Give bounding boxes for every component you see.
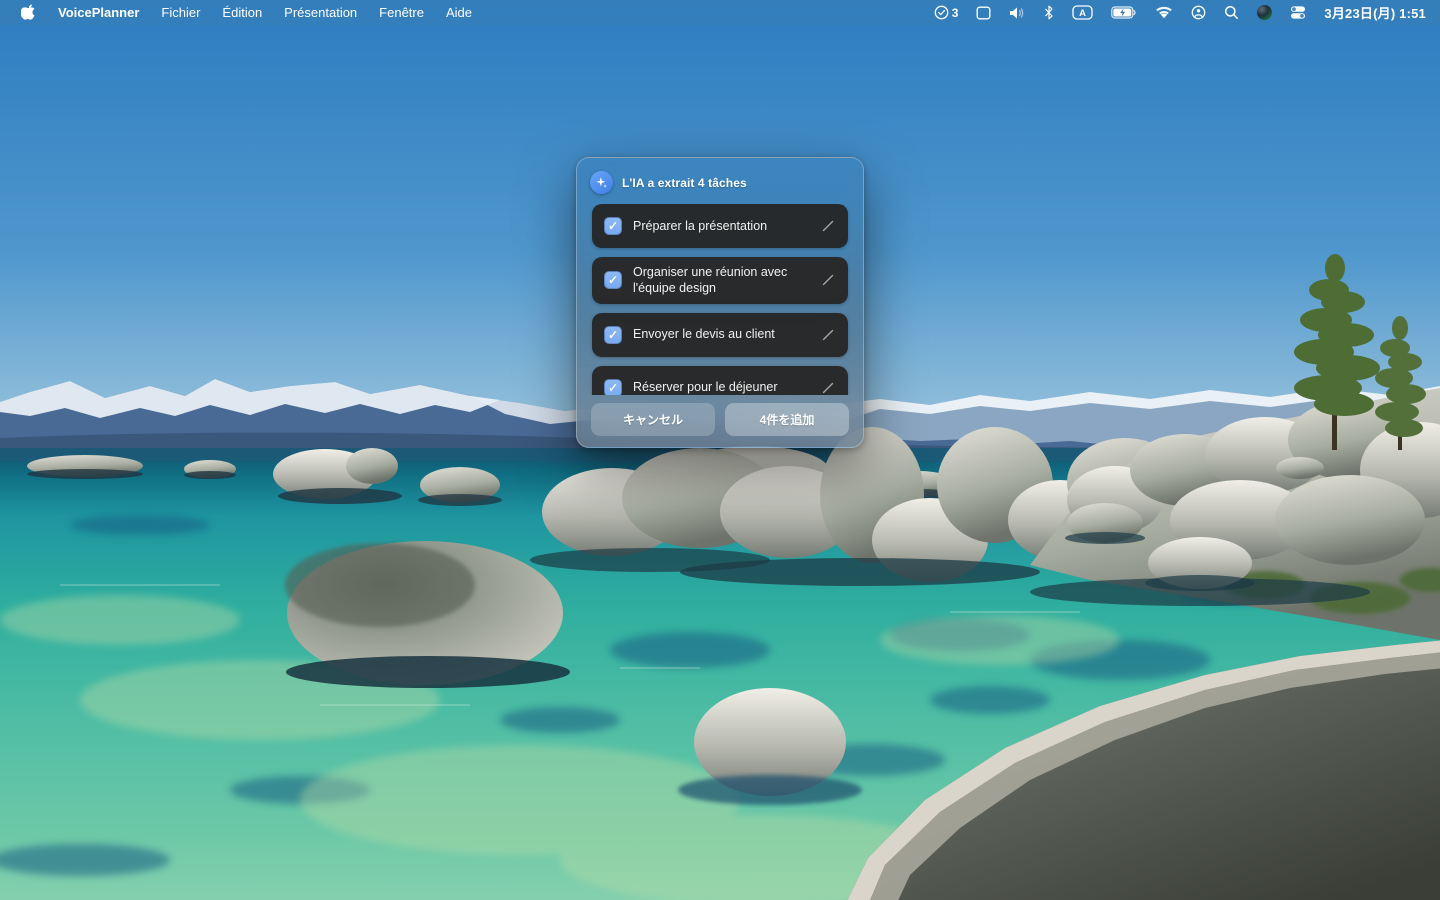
menu-fenetre[interactable]: Fenêtre (368, 0, 435, 25)
apple-logo-icon (21, 4, 36, 21)
dialog-header: L'IA a extrait 4 tâches (577, 158, 863, 204)
volume-status-item[interactable] (1002, 0, 1033, 25)
add-tasks-button[interactable]: 4件を追加 (725, 403, 849, 436)
task-row: ✓ Envoyer le devis au client (592, 313, 848, 357)
battery-status-item[interactable] (1104, 0, 1144, 25)
task-status-item[interactable]: 3 (927, 0, 966, 25)
task-list: ✓ Préparer la présentation ✓ Organiser u… (577, 204, 863, 395)
ai-task-dialog: L'IA a extrait 4 tâches ✓ Préparer la pr… (576, 157, 864, 448)
menu-bar-status: 3 A (927, 0, 1440, 25)
input-source-item[interactable]: A (1065, 0, 1100, 25)
task-row: ✓ Préparer la présentation (592, 204, 848, 248)
check-circle-icon (934, 5, 949, 20)
task-checkbox[interactable]: ✓ (604, 326, 622, 344)
task-row: ✓ Réserver pour le déjeuner (592, 366, 848, 396)
input-source-a-icon: A (1072, 5, 1093, 20)
task-count-badge: 3 (952, 6, 959, 20)
dialog-title: L'IA a extrait 4 tâches (622, 176, 747, 190)
ai-sparkle-icon (590, 171, 613, 194)
menu-edition[interactable]: Édition (211, 0, 273, 25)
task-row: ✓ Organiser une réunion avec l'équipe de… (592, 257, 848, 304)
task-label: Préparer la présentation (633, 218, 767, 234)
menu-bar: VoicePlanner Fichier Édition Présentatio… (0, 0, 1440, 25)
menu-bar-left: VoicePlanner Fichier Édition Présentatio… (0, 0, 483, 25)
menu-bar-clock[interactable]: 3月23日(月) 1:51 (1317, 3, 1430, 22)
app-sphere-item[interactable] (1250, 0, 1279, 25)
task-label: Organiser une réunion avec l'équipe desi… (633, 264, 805, 297)
svg-text:A: A (1079, 8, 1086, 19)
dialog-footer: キャンセル 4件を追加 (577, 395, 863, 447)
control-center-item[interactable] (1283, 0, 1313, 25)
display-status-item[interactable] (969, 0, 998, 25)
edit-pencil-icon[interactable] (820, 380, 836, 396)
wifi-status-item[interactable] (1148, 0, 1180, 25)
app-sphere-icon (1257, 5, 1272, 20)
battery-charging-icon (1111, 6, 1137, 19)
desktop-wallpaper (0, 0, 1440, 900)
menu-app-name[interactable]: VoicePlanner (47, 0, 150, 25)
volume-icon (1009, 6, 1026, 20)
task-checkbox[interactable]: ✓ (604, 217, 622, 235)
edit-pencil-icon[interactable] (820, 218, 836, 234)
menu-aide[interactable]: Aide (435, 0, 483, 25)
search-icon (1224, 5, 1239, 20)
task-checkbox[interactable]: ✓ (604, 379, 622, 396)
edit-pencil-icon[interactable] (820, 327, 836, 343)
task-label: Réserver pour le déjeuner (633, 379, 778, 395)
control-center-icon (1290, 5, 1306, 20)
menu-fichier[interactable]: Fichier (150, 0, 211, 25)
task-label: Envoyer le devis au client (633, 326, 775, 342)
wifi-icon (1155, 6, 1173, 19)
user-status-item[interactable] (1184, 0, 1213, 25)
task-checkbox[interactable]: ✓ (604, 271, 622, 289)
apple-menu[interactable] (10, 0, 47, 25)
spotlight-item[interactable] (1217, 0, 1246, 25)
menu-presentation[interactable]: Présentation (273, 0, 368, 25)
bluetooth-icon (1044, 5, 1054, 20)
user-circle-icon (1191, 5, 1206, 20)
display-frame-icon (976, 6, 991, 20)
cancel-button[interactable]: キャンセル (591, 403, 715, 436)
desktop: VoicePlanner Fichier Édition Présentatio… (0, 0, 1440, 900)
edit-pencil-icon[interactable] (820, 272, 836, 288)
bluetooth-status-item[interactable] (1037, 0, 1061, 25)
